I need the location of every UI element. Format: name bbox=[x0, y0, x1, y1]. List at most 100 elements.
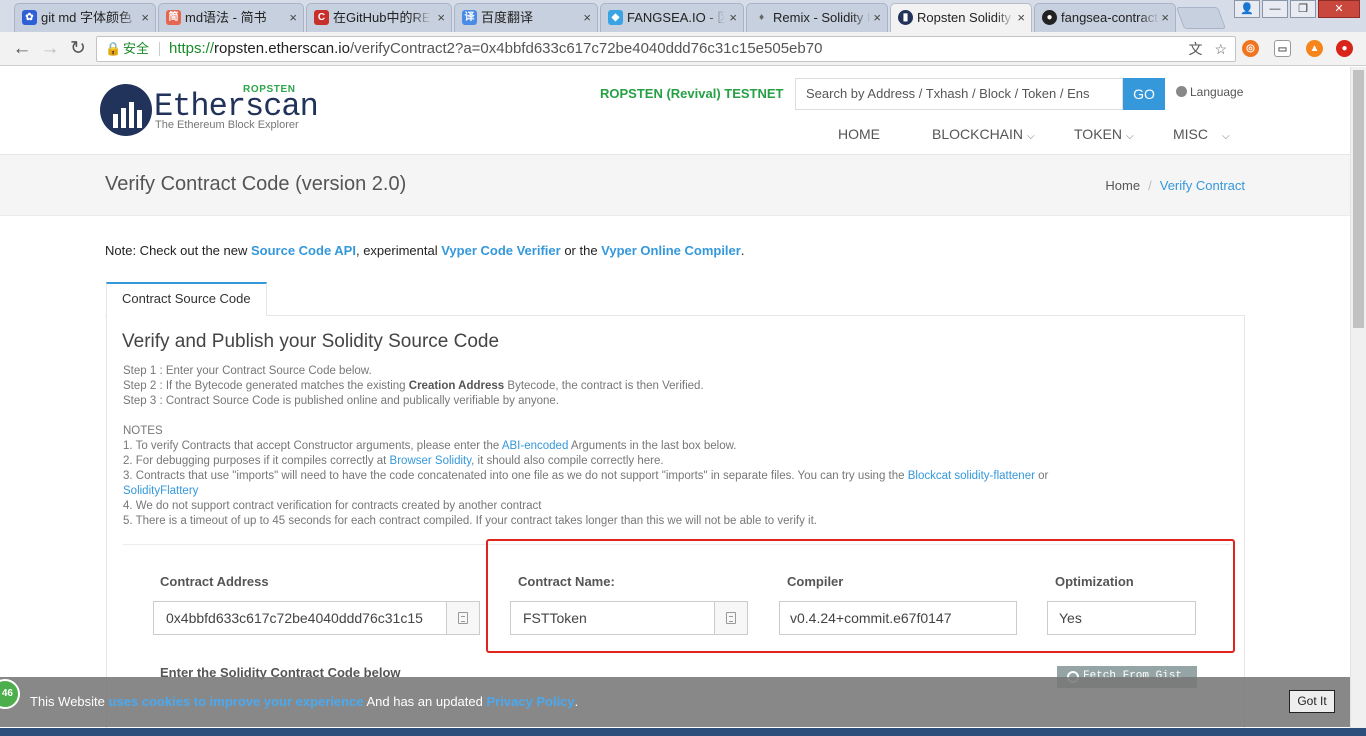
contract-name-label: Contract Name: bbox=[518, 574, 615, 589]
optimization-label: Optimization bbox=[1055, 574, 1134, 589]
optimization-select[interactable]: Yes bbox=[1047, 601, 1196, 635]
vyper-online-compiler-link[interactable]: Vyper Online Compiler bbox=[601, 243, 741, 258]
vyper-code-verifier-link[interactable]: Vyper Code Verifier bbox=[441, 243, 560, 258]
browser-tab-8[interactable]: ● fangsea-contract × bbox=[1034, 3, 1176, 32]
chevron-down-icon: ⌵ bbox=[1222, 131, 1230, 142]
new-tab-button[interactable] bbox=[1175, 7, 1227, 29]
close-icon[interactable]: × bbox=[289, 4, 297, 31]
address-bar[interactable]: 🔒 安全 https://ropsten.etherscan.io/verify… bbox=[96, 36, 1236, 62]
etherscan-logo-mark-icon bbox=[100, 84, 152, 136]
metamask-icon[interactable]: ▲ bbox=[1306, 40, 1323, 57]
document-icon bbox=[726, 612, 736, 624]
etherscan-icon: ▮ bbox=[898, 10, 913, 25]
close-icon[interactable]: × bbox=[141, 4, 149, 31]
etherscan-logo[interactable]: ROPSTEN Etherscan The Ethereum Block Exp… bbox=[100, 84, 319, 140]
tab-contract-source-code[interactable]: Contract Source Code bbox=[106, 282, 267, 316]
csdn-icon: C bbox=[314, 10, 329, 25]
minimize-button[interactable]: — bbox=[1262, 0, 1288, 18]
browser-tab-4[interactable]: 译 百度翻译 × bbox=[454, 3, 598, 32]
forward-arrow-icon[interactable]: → bbox=[38, 37, 62, 61]
language-selector[interactable]: Language bbox=[1176, 85, 1243, 99]
source-code-api-link[interactable]: Source Code API bbox=[251, 243, 356, 258]
contract-address-label: Contract Address bbox=[160, 574, 269, 589]
browser-tab-3[interactable]: C 在GitHub中的README × bbox=[306, 3, 452, 32]
browser-tab-5[interactable]: ◆ FANGSEA.IO - 区块链 × bbox=[600, 3, 744, 32]
nav-blockchain[interactable]: BLOCKCHAIN ⌵ bbox=[932, 126, 1035, 142]
cookie-text: This Website uses cookies to improve you… bbox=[30, 694, 579, 709]
note-3: 3. Contracts that use "imports" will nee… bbox=[123, 470, 1049, 482]
nav-home[interactable]: HOME bbox=[838, 126, 880, 142]
solidity-flattery-link[interactable]: SolidityFlattery bbox=[123, 485, 198, 497]
browser-tab-7-active[interactable]: ▮ Ropsten Solidity × bbox=[890, 3, 1032, 32]
network-label: ROPSTEN (Revival) TESTNET bbox=[600, 86, 784, 101]
privacy-policy-link[interactable]: Privacy Policy bbox=[486, 694, 574, 709]
back-arrow-icon[interactable]: ← bbox=[10, 37, 34, 61]
browser-solidity-link[interactable]: Browser Solidity bbox=[390, 455, 472, 467]
abi-encoded-link[interactable]: ABI-encoded bbox=[502, 440, 569, 452]
os-taskbar bbox=[0, 728, 1366, 736]
browser-toolbar: ← → ↻ 🔒 安全 https://ropsten.etherscan.io/… bbox=[0, 32, 1366, 66]
step-2: Step 2 : If the Bytecode generated match… bbox=[123, 380, 704, 392]
maximize-button[interactable]: ❐ bbox=[1290, 0, 1316, 18]
compiler-label: Compiler bbox=[787, 574, 844, 589]
breadcrumb-current[interactable]: Verify Contract bbox=[1160, 178, 1245, 193]
browser-tab-2[interactable]: 简 md语法 - 简书 × bbox=[158, 3, 304, 32]
scrollbar-thumb[interactable] bbox=[1353, 70, 1364, 328]
close-window-button[interactable]: ✕ bbox=[1318, 0, 1360, 18]
translate-page-icon[interactable]: 文 bbox=[1188, 37, 1202, 61]
close-icon[interactable]: × bbox=[437, 4, 445, 31]
solidity-flattener-link[interactable]: Blockcat solidity-flattener bbox=[908, 470, 1035, 482]
step-1: Step 1 : Enter your Contract Source Code… bbox=[123, 365, 372, 377]
page-viewport: ROPSTEN Etherscan The Ethereum Block Exp… bbox=[0, 67, 1350, 736]
cookie-policy-link[interactable]: uses cookies to improve your experience bbox=[109, 694, 364, 709]
close-icon[interactable]: × bbox=[583, 4, 591, 31]
omnibox-actions: 文 ☆ bbox=[1188, 37, 1227, 61]
cookie-banner: This Website uses cookies to improve you… bbox=[0, 677, 1350, 727]
browser-tab-6[interactable]: ♦ Remix - Solidity IDE × bbox=[746, 3, 888, 32]
breadcrumb-home[interactable]: Home bbox=[1105, 178, 1140, 193]
search-go-button[interactable]: GO bbox=[1123, 78, 1165, 110]
got-it-button[interactable]: Got It bbox=[1289, 690, 1335, 713]
browser-tab-1[interactable]: ✿ git md 字体颜色 × bbox=[14, 3, 156, 32]
compiler-select[interactable]: v0.4.24+commit.e67f0147 bbox=[779, 601, 1017, 635]
breadcrumb: Home / Verify Contract bbox=[1105, 178, 1245, 193]
globe-icon bbox=[1176, 86, 1187, 97]
nav-token[interactable]: TOKEN ⌵ bbox=[1074, 126, 1134, 142]
url-text[interactable]: https://ropsten.etherscan.io/verifyContr… bbox=[169, 37, 822, 61]
translate-icon: 译 bbox=[462, 10, 477, 25]
close-icon[interactable]: × bbox=[1161, 4, 1169, 31]
adblock-icon[interactable]: ● bbox=[1336, 40, 1353, 57]
close-icon[interactable]: × bbox=[729, 4, 737, 31]
browser-tab-strip: ✿ git md 字体颜色 × 简 md语法 - 简书 × C 在GitHub中… bbox=[0, 0, 1366, 32]
chat-extension-icon[interactable]: ▭ bbox=[1274, 40, 1291, 57]
note-5: 5. There is a timeout of up to 45 second… bbox=[123, 515, 817, 527]
contract-address-input[interactable]: 0x4bbfd633c617c72be4040ddd76c31c15 bbox=[153, 601, 447, 635]
document-icon bbox=[458, 612, 468, 624]
note-1: 1. To verify Contracts that accept Const… bbox=[123, 440, 737, 452]
note-3-continued: SolidityFlattery bbox=[123, 484, 198, 499]
close-icon[interactable]: × bbox=[873, 4, 881, 31]
paste-name-button[interactable] bbox=[714, 601, 748, 635]
bookmark-star-icon[interactable]: ☆ bbox=[1214, 37, 1227, 61]
secure-label: 安全 bbox=[123, 41, 150, 56]
search-input[interactable]: Search by Address / Txhash / Block / Tok… bbox=[795, 78, 1123, 110]
tab-bar: Contract Source Code bbox=[105, 282, 1245, 316]
jianshu-icon: 简 bbox=[166, 10, 181, 25]
divider bbox=[159, 42, 160, 56]
chevron-down-icon: ⌵ bbox=[1125, 131, 1134, 142]
vertical-scrollbar[interactable] bbox=[1350, 67, 1366, 736]
note-2: 2. For debugging purposes if it compiles… bbox=[123, 455, 664, 467]
extension-icon[interactable]: ◎ bbox=[1242, 40, 1259, 57]
contract-name-input[interactable]: FSTToken bbox=[510, 601, 715, 635]
paw-icon: ✿ bbox=[22, 10, 37, 25]
paste-address-button[interactable] bbox=[446, 601, 480, 635]
ethereum-icon: ♦ bbox=[758, 12, 765, 23]
close-icon[interactable]: × bbox=[1017, 4, 1025, 31]
note-text: Note: Check out the new Source Code API,… bbox=[105, 243, 745, 258]
profile-icon[interactable]: 👤 bbox=[1234, 0, 1260, 18]
window-controls: 👤 — ❐ ✕ bbox=[1234, 0, 1360, 18]
github-icon: ● bbox=[1042, 10, 1057, 25]
nav-misc[interactable]: MISC ⌵ bbox=[1173, 126, 1230, 142]
reload-icon[interactable]: ↻ bbox=[66, 37, 90, 61]
notes-heading: NOTES bbox=[123, 425, 163, 437]
